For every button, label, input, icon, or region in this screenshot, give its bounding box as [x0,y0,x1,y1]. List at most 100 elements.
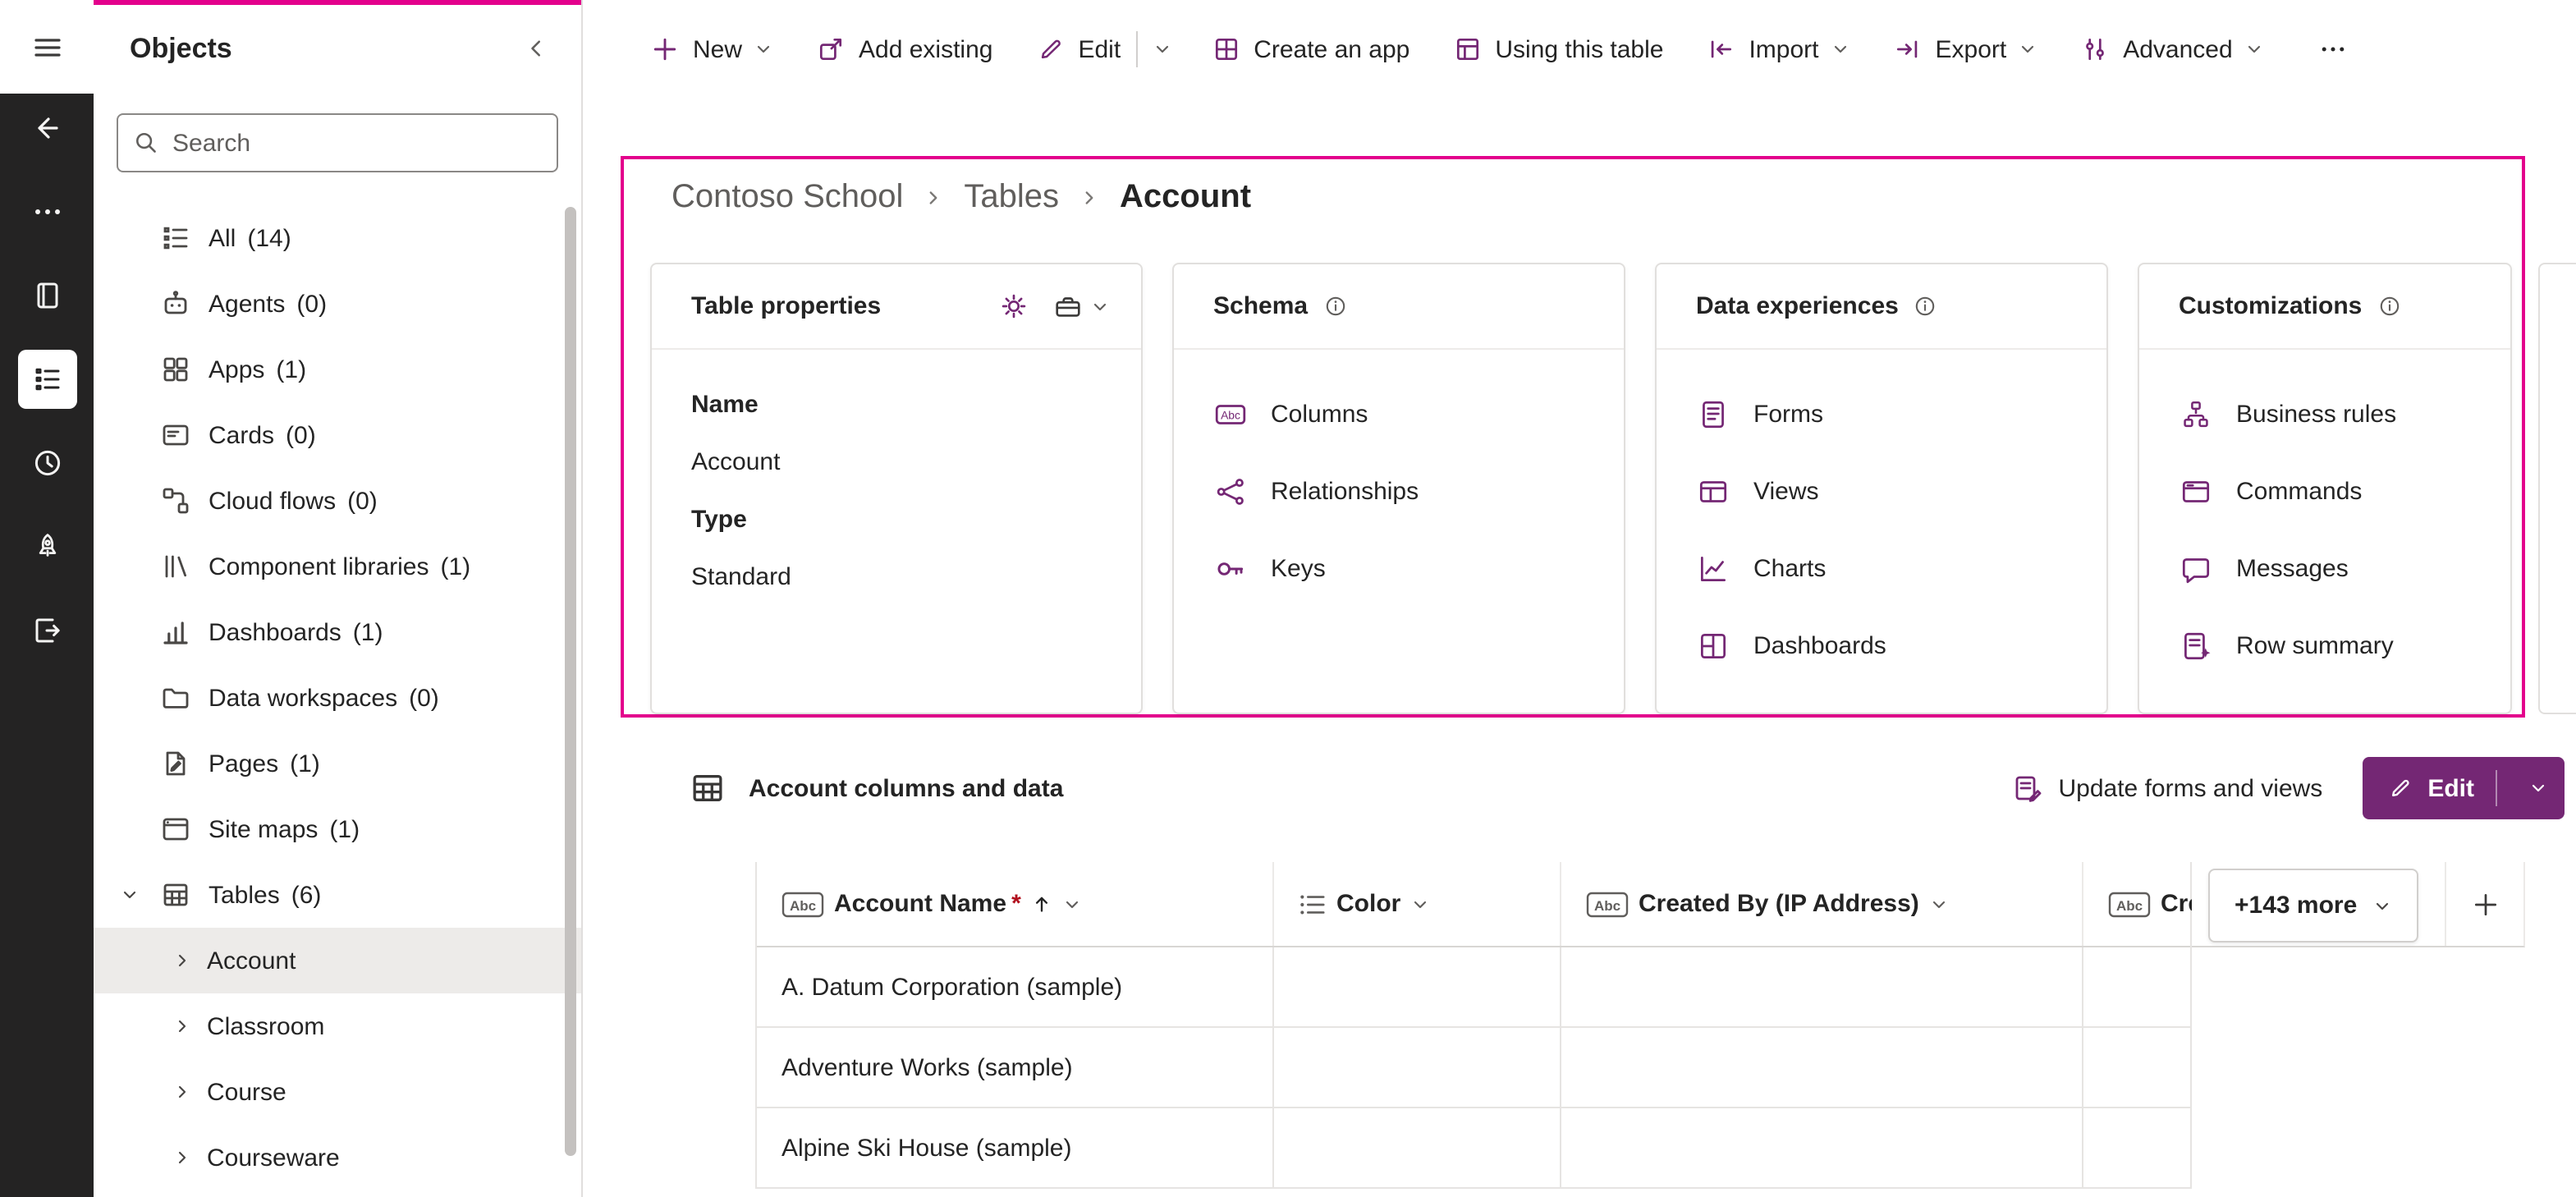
table-row[interactable]: Adventure Works (sample) [757,1028,2190,1108]
more-columns-button[interactable]: +143 more [2208,869,2418,942]
sidebar-item-tables[interactable]: Tables (6) [94,862,581,928]
toolbox-icon [1052,291,1084,322]
sidebar-item-cloud-flows[interactable]: Cloud flows (0) [94,468,581,534]
dashboards-link[interactable]: Dashboards [1673,608,2090,685]
column-header-created-by-ip[interactable]: Abc Created By (IP Address) [1561,862,2083,946]
info-icon[interactable] [1322,294,1347,319]
rail-objects-button[interactable] [17,350,76,409]
edit-table-dropdown-button[interactable] [2512,757,2565,819]
sidebar-item-site-maps[interactable]: Site maps (1) [94,796,581,862]
sidebar-item-data-workspaces[interactable]: Data workspaces (0) [94,665,581,731]
hamburger-button[interactable] [0,0,94,94]
object-list-icon [30,363,63,396]
account-name-cell: A. Datum Corporation (sample) [757,947,1274,1026]
sidebar-scrollbar-thumb[interactable] [565,207,576,1156]
advanced-button[interactable]: Advanced [2059,16,2285,82]
rail-more-button[interactable] [17,182,76,241]
charts-link[interactable]: Charts [1673,530,2090,608]
table-row[interactable]: Alpine Ski House (sample) [757,1108,2190,1189]
commands-link[interactable]: Commands [2156,453,2494,530]
chevron-down-icon [1062,894,1082,914]
column-header-truncated[interactable]: Abc Crea [2083,862,2193,946]
add-existing-button[interactable]: Add existing [795,16,1014,82]
rail-history-button[interactable] [17,433,76,493]
rail-launch-button[interactable] [17,517,76,576]
views-link[interactable]: Views [1673,453,2090,530]
sidebar-item-account[interactable]: Account [94,928,581,993]
sidebar-item-cards[interactable]: Cards (0) [94,402,581,468]
rail-publish-button[interactable] [17,601,76,660]
plus-icon [650,34,680,64]
column-header-color[interactable]: Color [1274,862,1561,946]
sidebar-item-agents[interactable]: Agents (0) [94,271,581,337]
info-icon[interactable] [1914,294,1938,319]
table-usage-icon [1452,34,1482,64]
columns-link[interactable]: Abc Columns [1190,376,1607,453]
notebook-icon [30,279,63,312]
update-forms-and-views-button[interactable]: Update forms and views [2011,772,2323,805]
partial-card-edge [2538,263,2576,714]
keys-link[interactable]: Keys [1190,530,1607,608]
sidebar-item-courseware[interactable]: Courseware [94,1125,581,1190]
edit-button[interactable]: Edit [1014,16,1135,82]
split-divider [2496,770,2497,806]
sidebar-item-all[interactable]: All (14) [94,205,581,271]
line-chart-icon [1696,552,1730,586]
svg-text:Abc: Abc [1221,408,1240,421]
breadcrumb-solution-link[interactable]: Contoso School [672,179,903,217]
chevron-right-icon [172,1082,192,1102]
add-existing-icon [816,34,846,64]
create-an-app-button[interactable]: Create an app [1189,16,1431,82]
chevron-right-icon [172,951,192,970]
sitemap-icon [159,813,192,846]
export-button[interactable]: Export [1872,16,2060,82]
breadcrumb-tables-link[interactable]: Tables [964,179,1059,217]
import-button[interactable]: Import [1684,16,1871,82]
edit-split-button: Edit [1014,16,1189,82]
chevron-down-icon [2244,39,2264,59]
column-header-account-name[interactable]: Abc Account Name * [757,862,1274,946]
color-cell [1274,1108,1561,1187]
field-label-name: Name [691,376,1102,433]
edit-table-button[interactable]: Edit [2427,774,2474,802]
created-by-cell [1561,1028,2083,1107]
add-column-button[interactable] [2445,862,2523,946]
using-this-table-button[interactable]: Using this table [1431,16,1684,82]
field-value-type: Standard [691,548,1102,606]
row-summary-link[interactable]: Row summary [2156,608,2494,685]
search-input[interactable] [172,129,542,157]
chevron-right-icon [1079,187,1100,209]
edit-dropdown-button[interactable] [1137,16,1189,82]
required-asterisk: * [1011,890,1021,918]
dashboard-icon [1696,629,1730,663]
advanced-sliders-icon [2080,34,2110,64]
table-tools-button[interactable] [1044,282,1118,330]
back-button[interactable] [17,99,76,158]
sidebar-item-component-libraries[interactable]: Component libraries (1) [94,534,581,599]
business-rules-link[interactable]: Business rules [2156,376,2494,453]
collapse-sidebar-button[interactable] [517,30,555,67]
table-settings-button[interactable] [990,282,1038,330]
export-icon [1893,34,1923,64]
messages-link[interactable]: Messages [2156,530,2494,608]
sidebar-item-course[interactable]: Course [94,1059,581,1125]
new-button[interactable]: New [629,16,795,82]
info-icon[interactable] [2377,294,2401,319]
choice-type-icon [1299,891,1327,917]
forms-link[interactable]: Forms [1673,376,2090,453]
toolbar-overflow-button[interactable] [2299,16,2367,82]
sidebar-item-dashboards[interactable]: Dashboards (1) [94,599,581,665]
sidebar-item-pages[interactable]: Pages (1) [94,731,581,796]
views-icon [1696,475,1730,509]
library-icon [159,550,192,583]
sidebar-item-classroom[interactable]: Classroom [94,993,581,1059]
app-rail [0,0,94,1197]
relationships-link[interactable]: Relationships [1190,453,1607,530]
sidebar-title: Objects [130,32,232,65]
sidebar-item-apps[interactable]: Apps (1) [94,337,581,402]
chevron-left-icon [524,36,548,61]
rail-solutions-button[interactable] [17,266,76,325]
text-type-icon: Abc [1586,891,1629,917]
table-row[interactable]: A. Datum Corporation (sample) [757,947,2190,1028]
columns-abc-icon: Abc [1213,397,1248,432]
